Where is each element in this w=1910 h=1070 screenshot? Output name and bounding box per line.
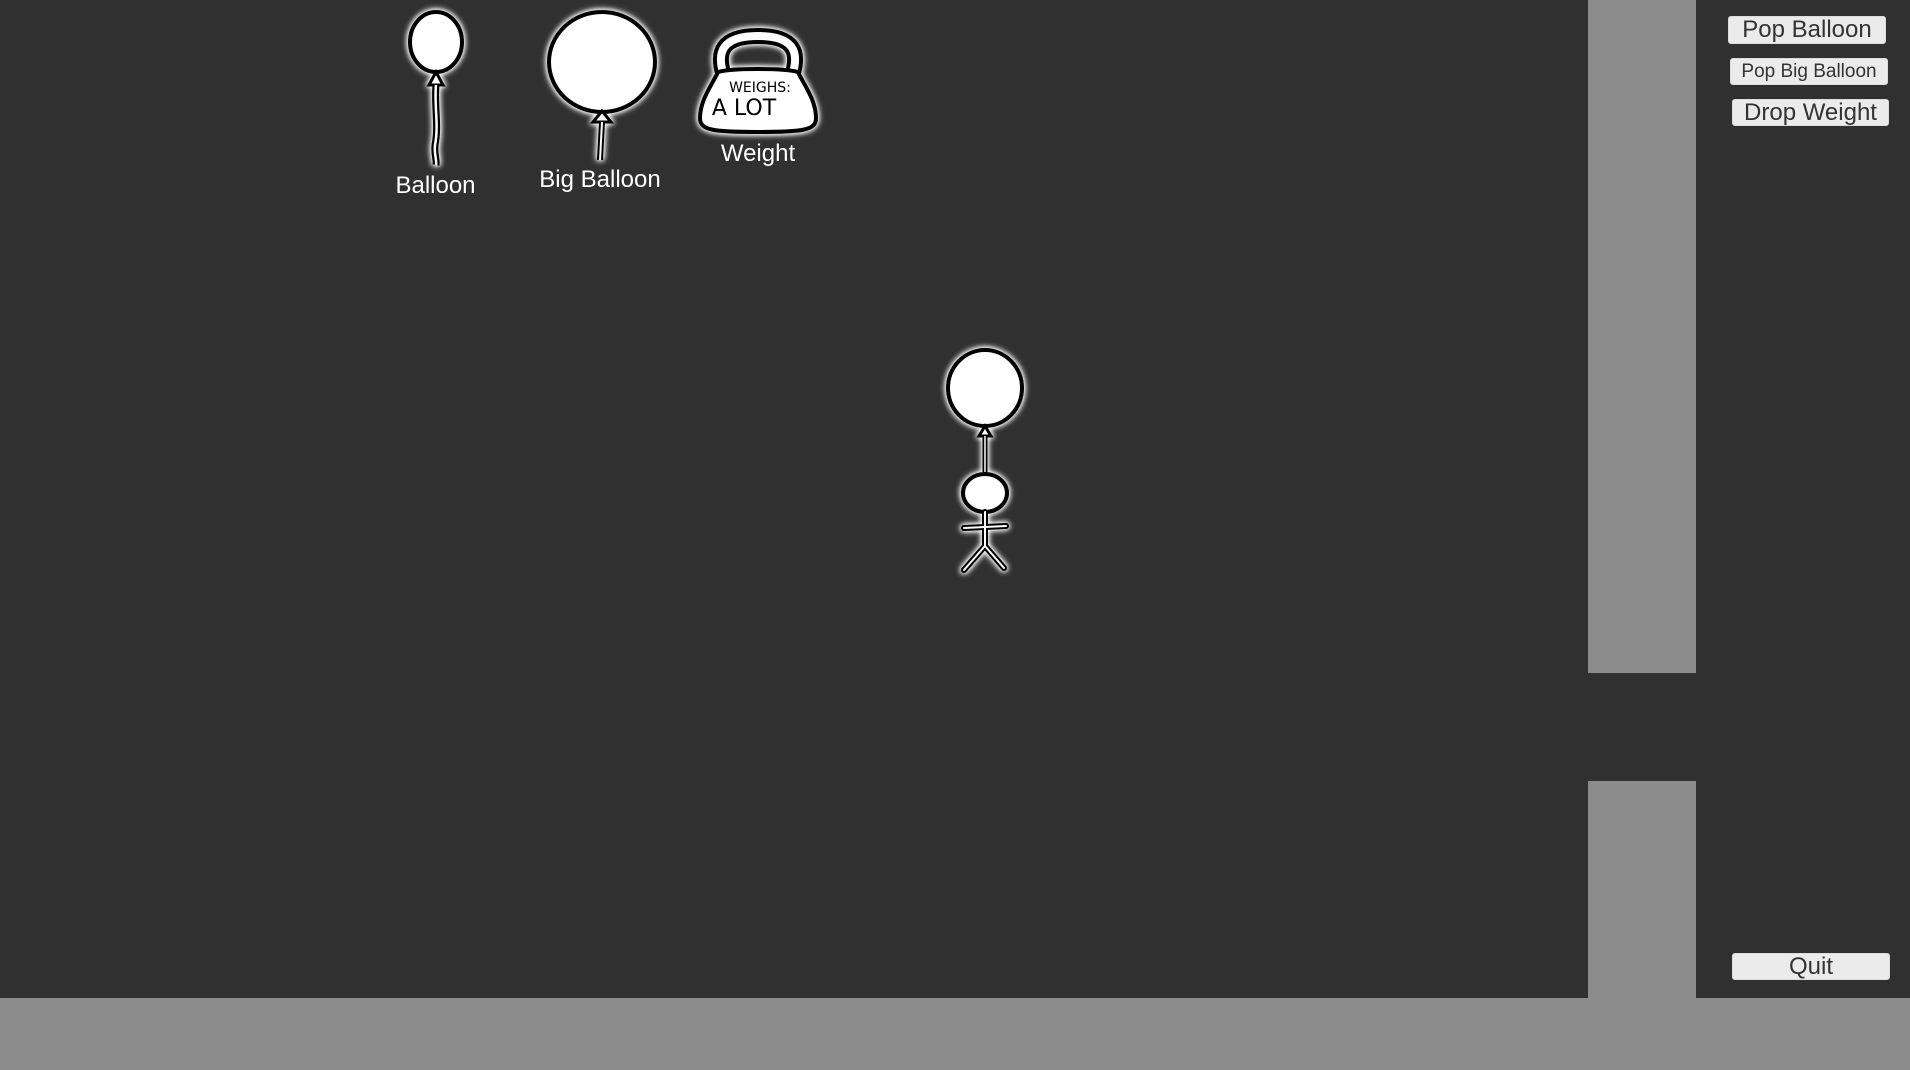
wall-upper [1588, 0, 1696, 673]
floor [0, 998, 1910, 1070]
weight-icon: WEIGHS: A LOT [697, 27, 819, 135]
stick-figure-character[interactable] [940, 348, 1030, 580]
weight-palette-item[interactable]: WEIGHS: A LOT Weight [688, 27, 828, 168]
weight-text-bottom: A LOT [712, 96, 777, 121]
game-canvas[interactable]: Balloon Big Balloon WEIGHS: A LOT Weight [0, 0, 1910, 1070]
big-balloon-icon [547, 10, 657, 161]
pop-big-balloon-button[interactable]: Pop Big Balloon [1730, 58, 1888, 85]
balloon-label: Balloon [395, 172, 476, 199]
wall-lower [1588, 781, 1696, 999]
pop-balloon-button[interactable]: Pop Balloon [1728, 16, 1886, 44]
balloon-palette-item[interactable]: Balloon [388, 10, 483, 200]
big-balloon-label: Big Balloon [539, 166, 661, 193]
weight-label: Weight [720, 140, 796, 167]
drop-weight-button[interactable]: Drop Weight [1732, 99, 1889, 126]
weight-text-top: WEIGHS: [729, 80, 791, 96]
balloon-icon [407, 10, 464, 166]
big-balloon-palette-item[interactable]: Big Balloon [530, 10, 670, 194]
quit-button[interactable]: Quit [1732, 953, 1890, 980]
